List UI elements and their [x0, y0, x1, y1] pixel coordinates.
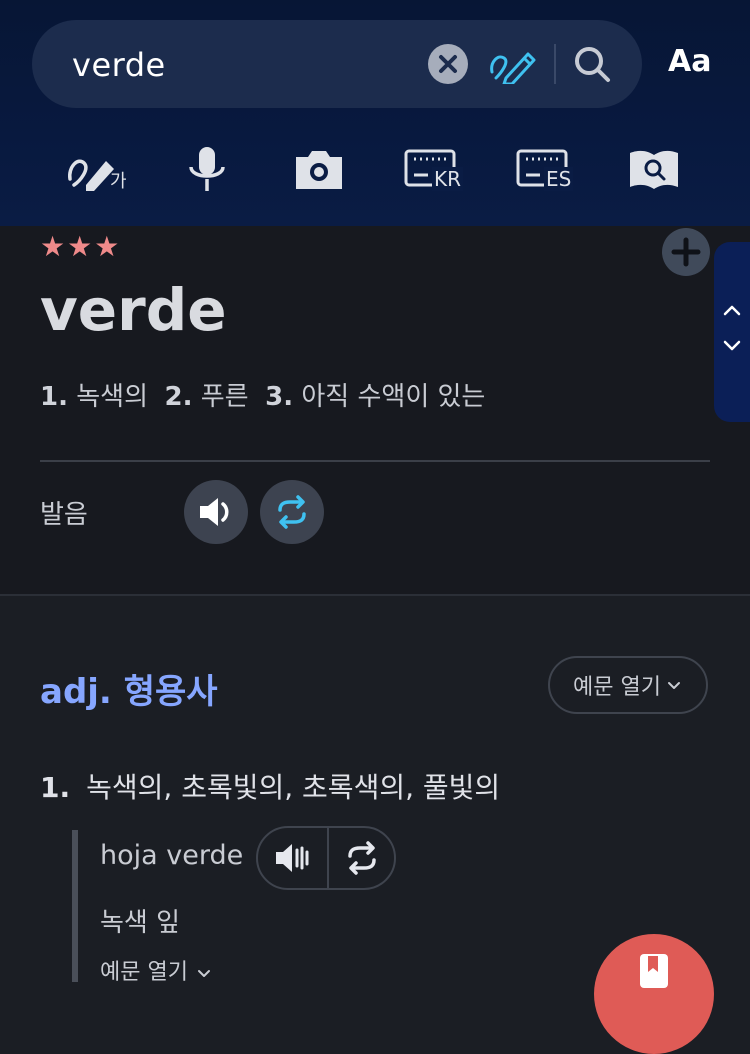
play-pronunciation-button[interactable] [184, 480, 248, 544]
search-divider [554, 44, 556, 84]
chevron-up-down-icon [723, 305, 741, 351]
book-search-icon [630, 150, 678, 189]
handwriting-button[interactable] [488, 44, 538, 84]
divider [40, 460, 710, 462]
chevron-down-icon [197, 970, 210, 977]
bookmark-icon [640, 954, 668, 988]
close-icon [439, 55, 457, 73]
handwriting-pen-icon [490, 52, 536, 84]
headword: verde [40, 276, 227, 344]
section-divider [0, 594, 750, 596]
repeat-icon [348, 841, 376, 875]
add-to-wordbook-button[interactable] [662, 228, 710, 276]
summary-num: 1. [40, 382, 68, 412]
bookmark-fab[interactable] [594, 934, 714, 1054]
part-of-speech: adj. 형용사 [40, 672, 218, 712]
summary-text: 푸른 [200, 382, 249, 412]
plus-icon [671, 237, 701, 267]
clear-search-button[interactable] [428, 44, 468, 84]
keyboard-kr-button[interactable]: KR [398, 145, 468, 195]
example-sentence: hoja verde [100, 840, 244, 871]
handwriting-korean-button[interactable]: 가 [66, 145, 136, 195]
entry-header: ★★★ verde 1. 녹색의 2. 푸른 3. 아직 수액이 있는 발음 [0, 226, 750, 596]
keyboard-kr-label: KR [432, 167, 464, 191]
more-examples-label: 예문 열기 [100, 960, 188, 985]
open-examples-button[interactable]: 예문 열기 [548, 656, 708, 714]
definition-text: 녹색의, 초록빛의, 초록색의, 풀빛의 [86, 771, 501, 804]
example-translation: 녹색 잎 [100, 908, 181, 938]
keyboard-es-button[interactable]: ES [510, 145, 580, 195]
summary-text: 녹색의 [76, 382, 148, 412]
definition-number: 1. [40, 771, 71, 804]
keyboard-es-label: ES [544, 167, 574, 191]
summary-text: 아직 수액이 있는 [301, 382, 486, 412]
font-size-button[interactable]: Aa [668, 44, 711, 79]
search-input[interactable]: verde [72, 46, 166, 84]
frequency-stars: ★★★ [40, 230, 122, 263]
top-bar: verde Aa 가 KR ES [0, 0, 750, 226]
search-button[interactable] [570, 42, 614, 86]
example-quote-bar [72, 830, 78, 982]
speaker-icon [276, 844, 309, 872]
summary-num: 2. [164, 382, 193, 412]
example-repeat-button[interactable] [328, 828, 396, 888]
open-examples-label: 예문 열기 [573, 675, 661, 700]
repeat-icon [278, 495, 306, 529]
voice-search-button[interactable] [172, 145, 242, 195]
entry-navigation-tab[interactable] [714, 242, 750, 422]
dictionary-button[interactable] [620, 145, 690, 195]
example-audio-controls [256, 826, 396, 890]
handwriting-korean-label: 가 [110, 171, 127, 192]
search-box[interactable]: verde [32, 20, 642, 108]
definition-item: 1. 녹색의, 초록빛의, 초록색의, 풀빛의 [40, 766, 500, 806]
more-examples-link[interactable]: 예문 열기 [100, 954, 213, 986]
microphone-icon [189, 147, 225, 191]
chevron-down-icon [667, 682, 680, 689]
speaker-icon [200, 498, 229, 526]
search-icon [575, 47, 610, 82]
repeat-pronunciation-button[interactable] [260, 480, 324, 544]
pronunciation-label: 발음 [40, 500, 88, 530]
camera-search-button[interactable] [284, 145, 354, 195]
summary-num: 3. [265, 382, 294, 412]
example-play-button[interactable] [258, 828, 326, 888]
meaning-summary: 1. 녹색의 2. 푸른 3. 아직 수액이 있는 [40, 376, 485, 413]
camera-icon [296, 151, 342, 189]
